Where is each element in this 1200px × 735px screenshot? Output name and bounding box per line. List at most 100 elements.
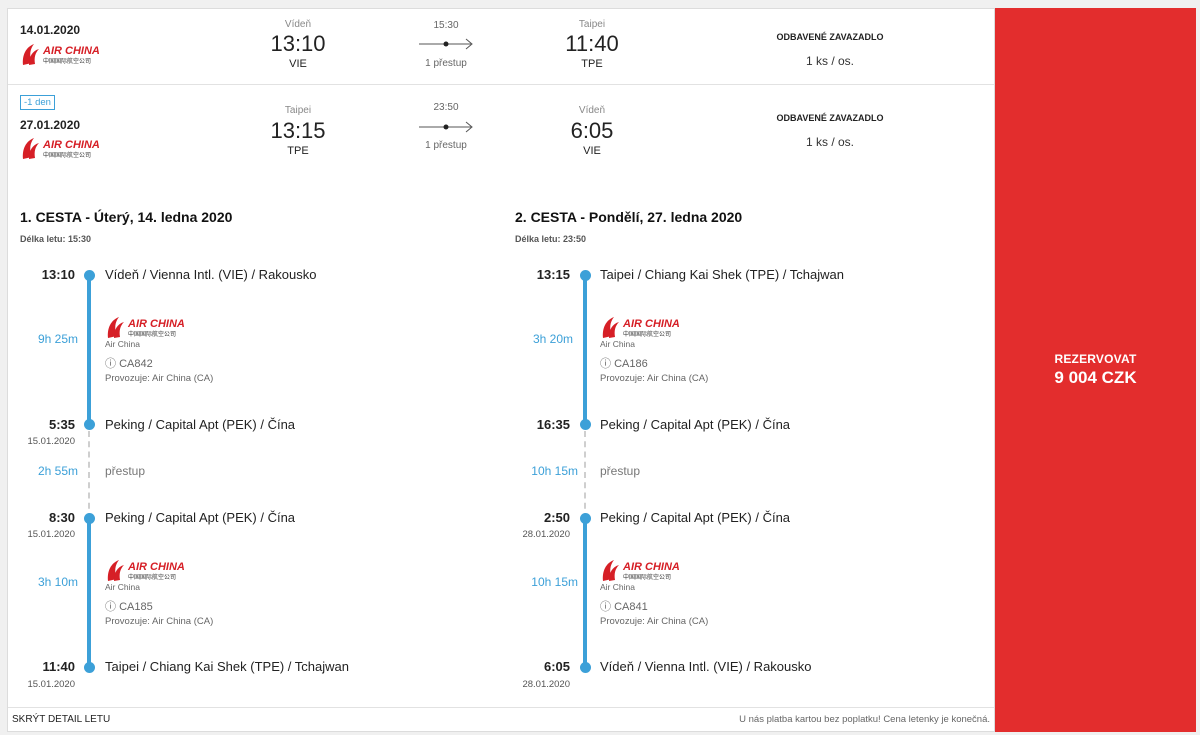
divider [8,84,994,85]
flight-number[interactable]: ⓘ CA186 [600,355,648,371]
trip1-length: Délka letu: 15:30 [20,234,92,244]
svg-text:中国国际航空公司: 中国国际航空公司 [128,330,176,338]
operator: Provozuje: Air China (CA) [600,373,709,384]
flight-number[interactable]: ⓘ CA185 [105,598,153,614]
price: 9 004 CZK [1054,368,1137,387]
stop-dot [580,662,591,673]
air-china-logo: AIR CHINA 中国国际航空公司 [600,557,690,583]
outbound-arr-time: 11:40 [565,31,619,56]
operator: Provozuje: Air China (CA) [600,616,709,627]
svg-text:中国国际航空公司: 中国国际航空公司 [128,573,176,581]
stop-dot [84,513,95,524]
svg-text:中国国际航空公司: 中国国际航空公司 [43,57,91,65]
flight-detail-card: 14.01.2020 AIR CHINA 中国国际航空公司 Vídeň 13:1… [7,8,995,732]
payment-note: U nás platba kartou bez poplatku! Cena l… [739,714,990,725]
trip2-stop1-place: Taipei / Chiang Kai Shek (TPE) / Tchajwa… [600,267,844,282]
stop-dot [84,419,95,430]
carrier-name: Air China [105,582,140,592]
trip2-title: 2. CESTA - Pondělí, 27. ledna 2020 [515,209,743,225]
operator: Provozuje: Air China (CA) [105,373,214,384]
stop-dot [84,662,95,673]
layover-label: přestup [105,464,146,478]
timeline-line [87,276,91,424]
operator: Provozuje: Air China (CA) [105,616,214,627]
trip2-length: Délka letu: 23:50 [515,234,587,244]
trip1-leg1-duration: 9h 25m [37,332,78,346]
trip1-stop4-time: 11:40 [42,659,75,674]
timeline-line [583,519,587,667]
carrier-name: Air China [600,339,635,349]
inbound-dep-iata: TPE [287,145,309,157]
trip1-stop4-date: 15.01.2020 [27,679,75,690]
air-china-logo: AIR CHINA 中国国际航空公司 [20,41,110,67]
trip1-stop2-date: 15.01.2020 [27,436,75,447]
timeline-line [87,519,91,667]
trip1-leg2-duration: 3h 10m [37,575,78,589]
book-button[interactable]: REZERVOVAT 9 004 CZK [995,8,1196,732]
flight-number[interactable]: ⓘ CA842 [105,355,153,371]
trip2-stop4-date: 28.01.2020 [522,679,570,690]
outbound-arr-iata: TPE [581,58,603,70]
outbound-stops: 1 přestup [425,58,467,69]
carrier-name: Air China [600,582,635,592]
flight-number[interactable]: ⓘ CA841 [600,598,648,614]
trip1-stop2-time: 5:35 [48,417,75,432]
svg-text:AIR CHINA: AIR CHINA [622,318,680,330]
carrier-name: Air China [105,339,140,349]
stop-dot [84,270,95,281]
outbound-arr-city: Taipei [578,19,606,30]
outbound-baggage-value: 1 ks / os. [805,54,855,68]
inbound-arr-iata: VIE [583,145,601,157]
svg-text:AIR CHINA: AIR CHINA [622,561,680,573]
inbound-dep-city: Taipei [284,105,312,116]
trip1-stop1-time: 13:10 [41,267,75,282]
outbound-dep-iata: VIE [289,58,307,70]
inbound-date: 27.01.2020 [20,118,81,132]
info-icon: ⓘ [600,358,615,370]
outbound-date: 14.01.2020 [20,23,81,37]
svg-text:中国国际航空公司: 中国国际航空公司 [43,151,91,159]
outbound-dep-time: 13:10 [270,31,326,56]
svg-text:中国国际航空公司: 中国国际航空公司 [623,573,671,581]
air-china-logo: AIR CHINA 中国国际航空公司 [105,557,195,583]
svg-text:中国国际航空公司: 中国国际航空公司 [623,330,671,338]
route-arrow-icon [419,121,473,133]
trip2-stop4-place: Vídeň / Vienna Intl. (VIE) / Rakousko [600,659,812,674]
day-shift-badge: -1 den [20,95,55,110]
inbound-dep-time: 13:15 [270,118,326,143]
layover-line [88,431,90,519]
inbound-baggage-value: 1 ks / os. [805,135,855,149]
trip2-stop3-time: 2:50 [543,510,570,525]
info-icon: ⓘ [105,601,120,613]
trip1-stop4-place: Taipei / Chiang Kai Shek (TPE) / Tchajwa… [105,659,349,674]
stop-dot [580,513,591,524]
inbound-duration: 23:50 [433,102,459,113]
outbound-baggage-heading: ODBAVENÉ ZAVAZADLO [776,32,884,42]
layover-label: přestup [600,464,641,478]
layover-line [584,431,586,519]
trip1-stop3-place: Peking / Capital Apt (PEK) / Čína [105,510,296,525]
inbound-baggage-heading: ODBAVENÉ ZAVAZADLO [776,113,884,123]
trip2-stop2-place: Peking / Capital Apt (PEK) / Čína [600,417,791,432]
svg-text:AIR CHINA: AIR CHINA [42,139,100,151]
inbound-arr-city: Vídeň [578,105,606,116]
air-china-logo: AIR CHINA 中国国际航空公司 [600,314,690,340]
footer-divider [8,707,994,708]
timeline-line [583,276,587,424]
trip1-stop2-place: Peking / Capital Apt (PEK) / Čína [105,417,296,432]
trip2-stop1-time: 13:15 [536,267,570,282]
stop-dot [580,270,591,281]
svg-text:AIR CHINA: AIR CHINA [42,45,100,57]
trip2-stop2-time: 16:35 [536,417,570,432]
trip1-layover-duration: 2h 55m [37,464,78,478]
book-button-label: REZERVOVAT [1054,352,1137,366]
hide-detail-link[interactable]: SKRÝT DETAIL LETU [12,714,110,725]
outbound-dep-city: Vídeň [284,19,312,30]
inbound-stops: 1 přestup [425,140,467,151]
trip2-stop3-place: Peking / Capital Apt (PEK) / Čína [600,510,791,525]
trip2-stop4-time: 6:05 [543,659,570,674]
trip2-stop3-date: 28.01.2020 [522,529,570,540]
air-china-logo: AIR CHINA 中国国际航空公司 [20,135,110,161]
svg-text:AIR CHINA: AIR CHINA [127,561,185,573]
trip2-layover-duration: 10h 15m [531,464,578,478]
